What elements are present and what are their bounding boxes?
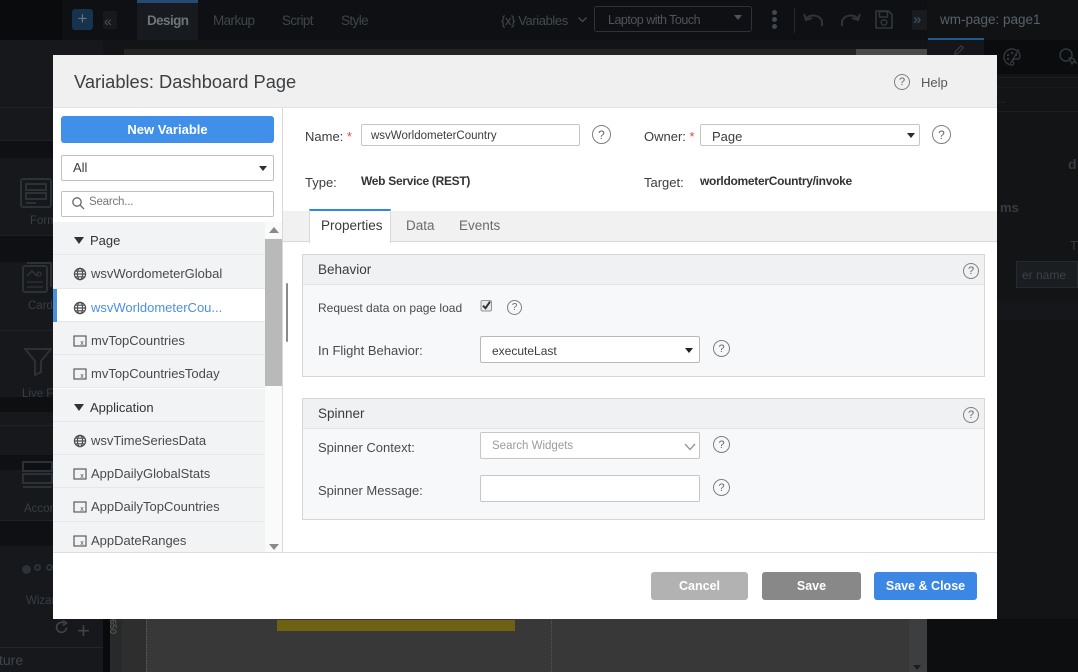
svg-text:x: x: [80, 340, 84, 347]
svg-text:x: x: [80, 473, 84, 480]
svg-text:x: x: [80, 506, 84, 513]
svg-text:x: x: [80, 373, 84, 380]
svg-text:x: x: [80, 540, 84, 547]
